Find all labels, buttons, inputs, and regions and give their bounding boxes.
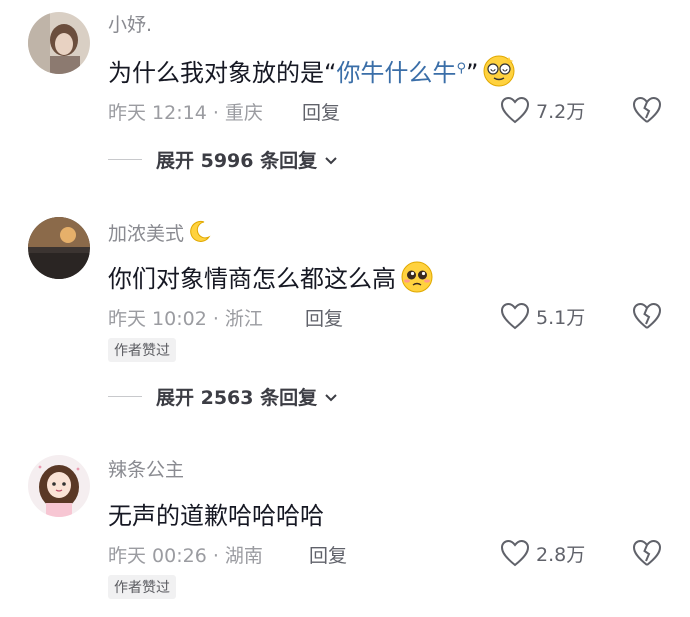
heart-icon bbox=[500, 302, 530, 330]
username-text: 辣条公主 bbox=[108, 459, 185, 481]
author-liked-badge: 作者赞过 bbox=[108, 575, 176, 599]
broken-heart-icon[interactable] bbox=[632, 302, 662, 330]
avatar[interactable] bbox=[28, 455, 90, 517]
reply-button[interactable]: 回复 bbox=[302, 98, 340, 125]
comment-text-before: 为什么我对象放的是“ bbox=[108, 59, 337, 87]
reply-button[interactable]: 回复 bbox=[305, 304, 343, 331]
comment-username[interactable]: 辣条公主 bbox=[108, 455, 184, 482]
avatar[interactable] bbox=[28, 217, 90, 279]
comment-username[interactable]: 小妤. bbox=[108, 10, 152, 37]
comment-text-content: 你们对象情商怎么都这么高 bbox=[108, 265, 396, 293]
username-text: 小妤. bbox=[108, 14, 153, 36]
like-button[interactable]: 2.8万 bbox=[500, 539, 585, 567]
broken-heart-icon[interactable] bbox=[632, 96, 662, 124]
divider-line bbox=[108, 396, 142, 397]
chevron-down-icon bbox=[325, 393, 337, 401]
reply-button[interactable]: 回复 bbox=[309, 541, 347, 568]
divider-line bbox=[108, 159, 142, 160]
broken-heart-icon[interactable] bbox=[632, 539, 662, 567]
like-count: 2.8万 bbox=[536, 543, 586, 566]
comment-text-content: 无声的道歉哈哈哈哈 bbox=[108, 502, 324, 530]
comment-time-location: 昨天 00:26 · 湖南 bbox=[108, 545, 263, 567]
dizzy-face-emoji bbox=[482, 54, 516, 94]
like-button[interactable]: 7.2万 bbox=[500, 96, 585, 124]
crescent-moon-icon bbox=[186, 219, 212, 250]
comment-text: 无声的道歉哈哈哈哈 bbox=[108, 496, 324, 531]
pleading-face-emoji bbox=[400, 260, 434, 300]
expand-replies-button[interactable]: 展开 2563 条回复 bbox=[108, 383, 339, 410]
comment-time-location: 昨天 12:14 · 重庆 bbox=[108, 102, 263, 124]
comment-text: 为什么我对象放的是“你牛什么牛⚲” bbox=[108, 53, 516, 94]
heart-icon bbox=[500, 539, 530, 567]
username-text: 加浓美式 bbox=[108, 223, 185, 245]
like-count: 7.2万 bbox=[536, 100, 586, 123]
comment-text: 你们对象情商怎么都这么高 bbox=[108, 259, 434, 300]
search-icon[interactable]: ⚲ bbox=[456, 61, 466, 76]
like-count: 5.1万 bbox=[536, 306, 586, 329]
comment-text-after: ” bbox=[465, 59, 479, 87]
comment-username[interactable]: 加浓美式 bbox=[108, 219, 212, 250]
like-button[interactable]: 5.1万 bbox=[500, 302, 585, 330]
expand-replies-label: 展开 2563 条回复 bbox=[156, 387, 318, 409]
expand-replies-button[interactable]: 展开 5996 条回复 bbox=[108, 146, 339, 173]
avatar[interactable] bbox=[28, 12, 90, 74]
author-liked-badge: 作者赞过 bbox=[108, 338, 176, 362]
expand-replies-label: 展开 5996 条回复 bbox=[156, 150, 318, 172]
search-keyword-link[interactable]: 你牛什么牛 bbox=[336, 59, 456, 87]
chevron-down-icon bbox=[325, 156, 337, 164]
comment-time-location: 昨天 10:02 · 浙江 bbox=[108, 308, 263, 330]
heart-icon bbox=[500, 96, 530, 124]
